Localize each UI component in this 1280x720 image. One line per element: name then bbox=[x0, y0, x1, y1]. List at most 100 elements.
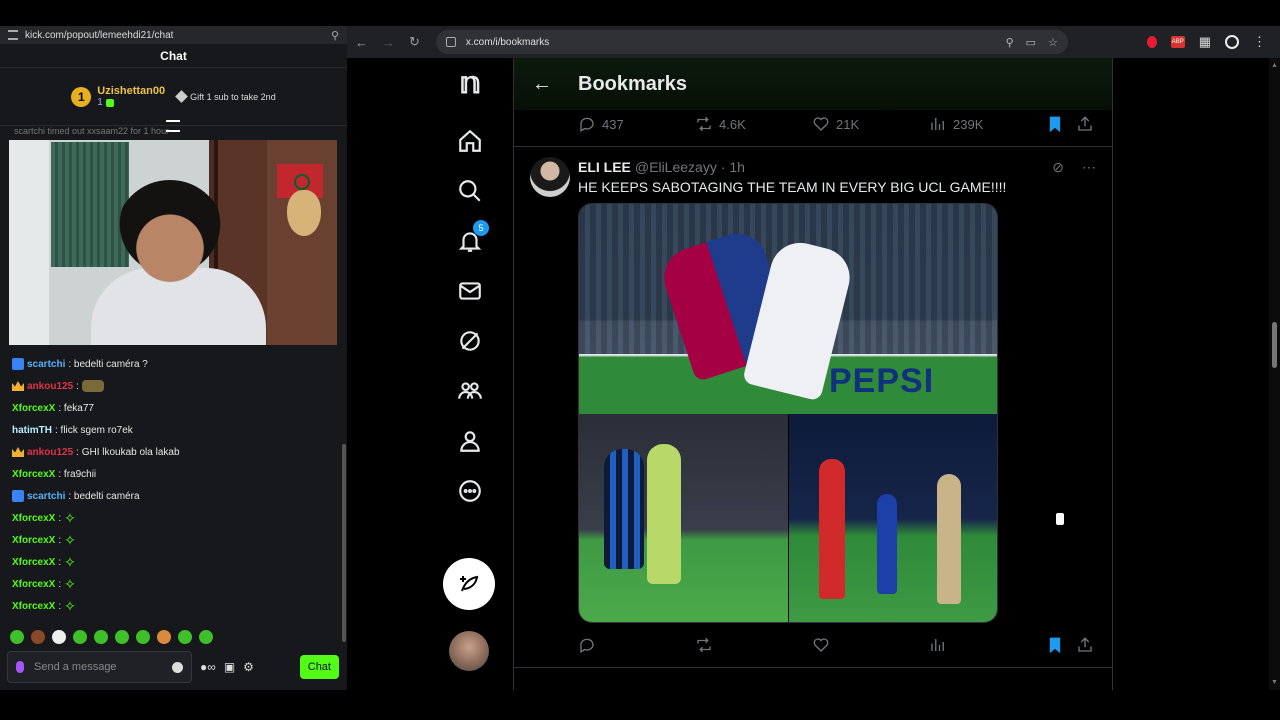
tweet-media-grid[interactable]: PEPSI bbox=[578, 203, 998, 623]
chat-message: XforcexX: fra9chii bbox=[12, 463, 347, 485]
green-emote-icon: ✧ bbox=[64, 598, 76, 614]
emote-5 bbox=[94, 630, 108, 644]
bookmark-button[interactable] bbox=[1046, 636, 1076, 654]
site-settings-icon[interactable] bbox=[8, 30, 18, 40]
streamer-head bbox=[115, 180, 225, 290]
green-emote-icon: ✧ bbox=[64, 510, 76, 526]
chat-username[interactable]: XforcexX bbox=[12, 601, 55, 612]
crown-badge-icon bbox=[12, 447, 24, 457]
more-options-icon[interactable]: ⋯ bbox=[1082, 159, 1096, 176]
repost-button[interactable]: 4.6K bbox=[695, 115, 812, 133]
top-gifter-count: 1 bbox=[97, 97, 165, 108]
like-button[interactable]: 21K bbox=[812, 115, 929, 133]
grok-explain-icon[interactable]: ⊘ bbox=[1052, 159, 1064, 176]
profile-person-icon[interactable] bbox=[455, 426, 485, 456]
tweet-author-avatar[interactable] bbox=[530, 157, 570, 197]
chat-input[interactable]: Send a message bbox=[7, 651, 192, 683]
communities-icon[interactable] bbox=[455, 376, 485, 406]
inter-player bbox=[604, 449, 644, 569]
settings-gear-icon[interactable]: ⚙ bbox=[243, 660, 254, 674]
views-button[interactable]: 239K bbox=[929, 115, 1046, 133]
share-button[interactable] bbox=[1076, 115, 1096, 133]
tweet-time[interactable]: · 1h bbox=[721, 159, 745, 175]
zoom-icon[interactable]: ⚲ bbox=[331, 29, 339, 42]
account-avatar[interactable] bbox=[449, 631, 489, 671]
page-scrollbar[interactable]: ▲ ▼ bbox=[1269, 58, 1280, 690]
reply-icon bbox=[580, 638, 594, 653]
chat-username[interactable]: XforcexX bbox=[12, 535, 55, 546]
chat-message-list: scartchi: bedelti caméra ? ankou125: Xforc… bbox=[0, 345, 347, 617]
search-icon[interactable] bbox=[455, 176, 485, 206]
menu-dots-icon[interactable]: ⋮ bbox=[1253, 34, 1266, 50]
grok-icon[interactable] bbox=[455, 326, 485, 356]
author-handle[interactable]: @EliLeezayy bbox=[635, 159, 717, 175]
extensions-puzzle-icon[interactable]: ▦ bbox=[1199, 34, 1211, 50]
chat-input-row: Send a message ●∞ ▣ ⚙ Chat bbox=[7, 650, 339, 684]
share-button[interactable] bbox=[1076, 636, 1096, 654]
emoji-picker-icon[interactable] bbox=[172, 661, 183, 673]
profile-icon[interactable] bbox=[1225, 35, 1239, 49]
send-chat-button[interactable]: Chat bbox=[299, 655, 339, 679]
mic-icon[interactable] bbox=[16, 661, 24, 673]
sub-gifter-leaderboard: 1 Uzishettan00 1 Gift 1 sub to take 2nd bbox=[0, 68, 347, 132]
referee bbox=[819, 459, 845, 599]
chat-message-text: : GHI lkoukab ola lakab bbox=[76, 446, 180, 458]
back-arrow-icon[interactable]: ← bbox=[532, 73, 552, 96]
cast-icon[interactable]: ▭ bbox=[1026, 36, 1036, 49]
chat-username[interactable]: XforcexX bbox=[12, 579, 55, 590]
home-icon[interactable] bbox=[455, 126, 485, 156]
bookmark-button[interactable] bbox=[1046, 115, 1076, 133]
reply-button[interactable]: 27 bbox=[578, 636, 695, 654]
extension-red-icon[interactable] bbox=[1146, 36, 1157, 48]
like-button[interactable]: 3.7K bbox=[812, 636, 929, 654]
site-info-icon[interactable] bbox=[445, 37, 456, 47]
verified-badge-icon bbox=[12, 490, 24, 502]
chat-username[interactable]: XforcexX bbox=[12, 513, 55, 524]
chat-username[interactable]: ankou125 bbox=[27, 381, 73, 392]
chat-username[interactable]: scartchi bbox=[27, 359, 65, 370]
gift-sub-prompt[interactable]: Gift 1 sub to take 2nd bbox=[175, 90, 276, 103]
chat-message-text: : flick sgem ro7ek bbox=[55, 424, 133, 436]
address-bar[interactable]: x.com/i/bookmarks ⚲ ▭ ☆ bbox=[435, 30, 1068, 54]
chat-username[interactable]: hatimTH bbox=[12, 425, 52, 436]
repost-icon bbox=[697, 116, 711, 132]
tweet[interactable]: ELI LEE @EliLeezayy · 1h ⊘ ⋯ HE KEEPS SA… bbox=[514, 147, 1112, 667]
collapse-pinned-icon[interactable] bbox=[166, 120, 180, 132]
store-icon[interactable]: ▣ bbox=[224, 660, 235, 674]
chat-username[interactable]: XforcexX bbox=[12, 469, 55, 480]
channel-points-icon[interactable]: ●∞ bbox=[200, 660, 216, 674]
media-image-bottom-left[interactable] bbox=[579, 414, 788, 622]
zoom-icon[interactable]: ⚲ bbox=[1006, 36, 1014, 49]
adblock-icon[interactable]: ABP bbox=[1170, 36, 1185, 48]
messages-envelope-icon[interactable] bbox=[455, 276, 485, 306]
repost-icon bbox=[697, 637, 711, 653]
stream-video[interactable] bbox=[9, 140, 337, 345]
scrollbar-thumb[interactable] bbox=[1272, 322, 1277, 368]
chat-scrollbar[interactable] bbox=[342, 444, 346, 642]
emote-4 bbox=[73, 630, 87, 644]
reload-icon[interactable]: ↻ bbox=[409, 34, 420, 50]
more-circle-icon[interactable] bbox=[455, 476, 485, 506]
media-image-bottom-right[interactable] bbox=[789, 414, 997, 622]
views-button[interactable]: 42K bbox=[929, 636, 1046, 654]
kick-address-bar[interactable]: kick.com/popout/lemeehdi21/chat ⚲ bbox=[0, 26, 347, 44]
forward-arrow-icon[interactable]: → bbox=[382, 35, 395, 50]
compose-post-button[interactable] bbox=[443, 558, 495, 610]
chat-username[interactable]: XforcexX bbox=[12, 557, 55, 568]
top-gifter[interactable]: Uzishettan00 1 bbox=[97, 85, 165, 108]
media-image-top[interactable]: PEPSI bbox=[579, 204, 997, 414]
chat-message-text: : bedelti caméra ? bbox=[68, 358, 148, 370]
emote-1 bbox=[10, 630, 24, 644]
x-logo-icon[interactable]: 𝕟 bbox=[455, 67, 485, 100]
back-arrow-icon[interactable]: ← bbox=[355, 35, 368, 50]
reply-button[interactable]: 437 bbox=[578, 115, 695, 133]
notifications-bell-icon[interactable]: 5 bbox=[455, 220, 489, 256]
chat-username[interactable]: ankou125 bbox=[27, 447, 73, 458]
chat-message: scartchi: bedelti caméra bbox=[12, 485, 347, 507]
chat-username[interactable]: scartchi bbox=[27, 491, 65, 502]
bookmark-star-icon[interactable]: ☆ bbox=[1048, 36, 1058, 49]
repost-button[interactable]: 458 bbox=[695, 636, 812, 654]
author-display-name[interactable]: ELI LEE bbox=[578, 159, 631, 175]
chat-username[interactable]: XforcexX bbox=[12, 403, 55, 414]
emote-bar[interactable] bbox=[10, 630, 213, 644]
